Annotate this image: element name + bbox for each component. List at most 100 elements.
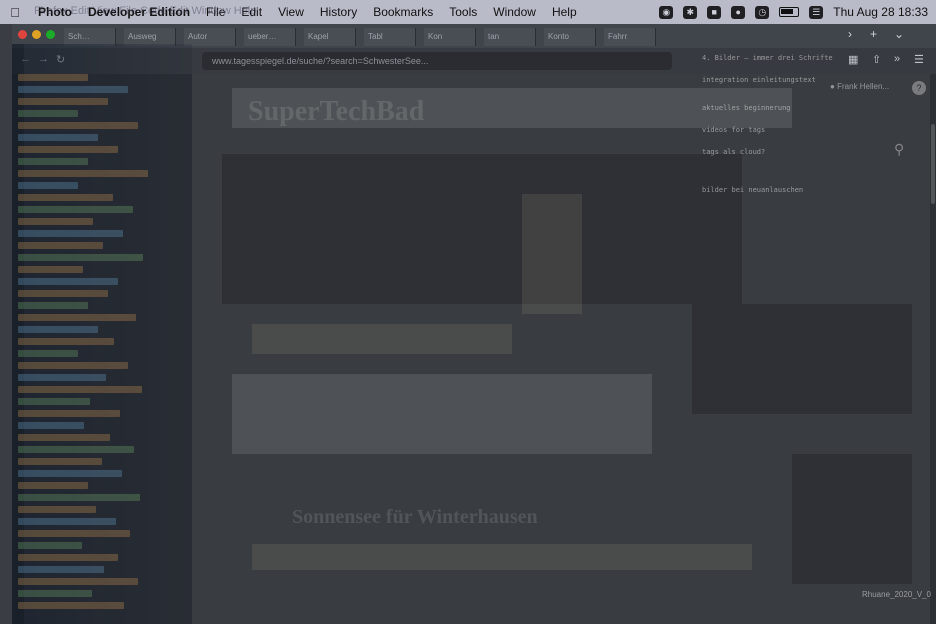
page-title: SuperTechBad [248,96,425,127]
menu-app-edition[interactable]: Developer Edition [80,5,198,19]
code-line [18,122,138,129]
code-line [18,410,120,417]
code-line [18,146,118,153]
share-icon[interactable]: ⇧ [872,53,881,66]
new-tab-icon[interactable]: + [870,27,877,41]
time-machine-icon[interactable]: ◷ [755,5,770,19]
url-text: www.tagesspiegel.de/suche/?search=Schwes… [212,56,429,66]
search-icon[interactable]: ⚲ [894,141,904,158]
menu-app-name[interactable]: Photo [30,5,80,19]
hamburger-menu-icon[interactable]: ☰ [914,53,924,66]
minimize-window-icon[interactable] [32,30,41,39]
code-line [18,134,98,141]
note-line: bilder bei neuanlauschen [702,186,804,194]
bluetooth-icon[interactable]: ✱ [683,5,698,19]
code-line [18,182,78,189]
code-line [18,242,103,249]
menu-file[interactable]: File [198,5,233,19]
code-line [18,470,122,477]
code-line [18,338,114,345]
hero-image-block [222,154,742,304]
code-line [18,254,143,261]
teaser-band-block [252,544,752,570]
browser-tab[interactable]: Fahrr [604,28,656,46]
browser-tab[interactable]: Tabl [364,28,416,46]
menu-edit[interactable]: Edit [233,5,270,19]
side-image-block [692,304,912,414]
browser-tab[interactable]: Konto [544,28,596,46]
menu-status-area: ◉ ✱ ■ ● ◷ ☰ Thu Aug 28 18:33 [659,0,928,24]
scrollbar-thumb[interactable] [931,124,935,204]
menu-window[interactable]: Window [485,5,544,19]
control-center-icon[interactable]: ☰ [809,5,824,19]
note-line: integration einleitungstext [702,76,816,84]
macos-menu-bar:  Photo Developer Edition File Edit View… [0,0,936,24]
extensions-grid-icon[interactable]: ▦ [848,53,858,66]
ad-block [792,454,912,584]
zoom-window-icon[interactable] [46,30,55,39]
code-editor-ghost [12,44,192,624]
tab-list-chevron-icon[interactable]: ⌄ [894,27,904,41]
code-line [18,530,130,537]
browser-tab[interactable]: ueber… [244,28,296,46]
close-window-icon[interactable] [18,30,27,39]
account-chip[interactable]: ● Frank Hellen... [830,82,889,91]
code-line [18,554,118,561]
code-line [18,266,83,273]
code-line [18,566,104,573]
code-line [18,374,106,381]
menu-view[interactable]: View [270,5,312,19]
code-line [18,602,124,609]
note-line: aktuelles beginnerung [702,104,791,112]
code-line [18,170,148,177]
code-line [18,494,140,501]
code-line [18,326,98,333]
code-line [18,350,78,357]
menu-clock[interactable]: Thu Aug 28 18:33 [833,5,928,19]
clipboard-icon[interactable]: ■ [707,5,722,19]
code-line [18,86,128,93]
note-line: tags als cloud? [702,148,766,156]
browser-window: Sch… Ausweg Autor ueber… Kapel Tabl Kon … [12,24,936,624]
user-avatar-icon: ● [830,82,835,91]
browser-tab[interactable]: Kapel [304,28,356,46]
url-bar[interactable]: www.tagesspiegel.de/suche/?search=Schwes… [202,52,672,70]
code-line [18,506,96,513]
web-page-ghost: SuperTechBad Sonnensee für Winterhausen [192,74,936,624]
code-line [18,314,136,321]
code-line [18,230,123,237]
article-body-block [232,374,652,454]
code-line [18,290,108,297]
note-line: 4. Bilder — immer drei Schrifte [702,54,833,62]
menu-history[interactable]: History [312,5,365,19]
footer-file-label: Rhuane_2020_V_0 [862,590,931,599]
menu-bookmarks[interactable]: Bookmarks [365,5,441,19]
ai-assistant-icon[interactable]: ◉ [659,5,674,19]
code-line [18,110,78,117]
code-line [18,158,88,165]
help-icon[interactable]: ? [912,81,926,95]
code-line [18,98,108,105]
page-headline: Sonnensee für Winterhausen [292,506,538,528]
battery-icon[interactable] [779,7,800,17]
menu-help[interactable]: Help [544,5,585,19]
more-tools-icon[interactable]: » [894,53,900,65]
code-line [18,194,113,201]
tab-scroll-right-icon[interactable]: › [848,27,852,41]
code-line [18,278,118,285]
code-line [18,218,93,225]
browser-tab[interactable]: tan [484,28,536,46]
note-line: videos for tags [702,126,766,134]
apple-logo-icon[interactable]:  [0,5,30,20]
code-line [18,362,128,369]
image-column-block [522,194,582,314]
code-line [18,74,88,81]
code-line [18,458,102,465]
menu-tools[interactable]: Tools [441,5,485,19]
code-line [18,398,90,405]
account-name: Frank Hellen... [837,82,890,91]
code-line [18,422,84,429]
record-icon[interactable]: ● [731,5,746,19]
browser-tab[interactable]: Kon [424,28,476,46]
code-line [18,590,92,597]
